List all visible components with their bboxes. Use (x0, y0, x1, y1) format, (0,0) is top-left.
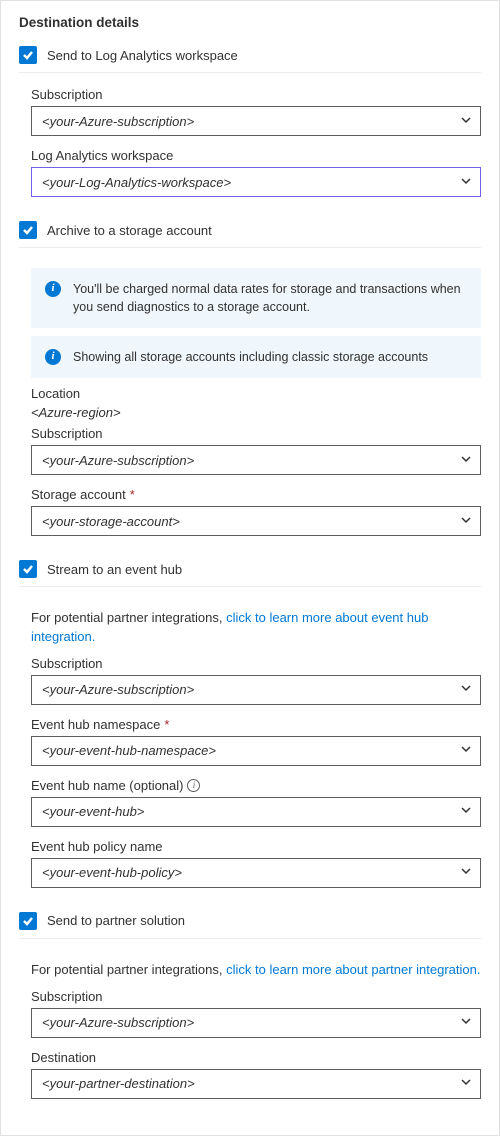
log-analytics-label: Send to Log Analytics workspace (47, 48, 238, 63)
eh-subscription-select[interactable]: <your-Azure-subscription> (31, 675, 481, 705)
partner-learn-more-link[interactable]: click to learn more about partner integr… (226, 962, 480, 977)
eventhub-label: Stream to an event hub (47, 562, 182, 577)
chevron-down-icon (460, 453, 472, 468)
eh-policy-label: Event hub policy name (31, 839, 481, 854)
eventhub-group: For potential partner integrations, clic… (19, 591, 481, 905)
eventhub-checkbox-row[interactable]: Stream to an event hub (19, 554, 481, 587)
eh-namespace-label: Event hub namespace* (31, 717, 481, 732)
eh-subscription-value: <your-Azure-subscription> (42, 682, 194, 697)
storage-info-classic: i Showing all storage accounts including… (31, 336, 481, 378)
checkbox-checked-icon (19, 560, 37, 578)
storage-label: Archive to a storage account (47, 223, 212, 238)
la-workspace-value: <your-Log-Analytics-workspace> (42, 175, 231, 190)
storage-info-charge-text: You'll be charged normal data rates for … (73, 280, 467, 316)
checkbox-checked-icon (19, 46, 37, 64)
chevron-down-icon (460, 175, 472, 190)
required-asterisk: * (164, 717, 169, 732)
storage-subscription-label: Subscription (31, 426, 481, 441)
chevron-down-icon (460, 743, 472, 758)
partner-checkbox-row[interactable]: Send to partner solution (19, 906, 481, 939)
chevron-down-icon (460, 865, 472, 880)
chevron-down-icon (460, 514, 472, 529)
chevron-down-icon (460, 1015, 472, 1030)
storage-subscription-value: <your-Azure-subscription> (42, 453, 194, 468)
storage-info-classic-text: Showing all storage accounts including c… (73, 348, 428, 366)
partner-subscription-value: <your-Azure-subscription> (42, 1015, 194, 1030)
eh-policy-select[interactable]: <your-event-hub-policy> (31, 858, 481, 888)
partner-destination-label: Destination (31, 1050, 481, 1065)
info-tooltip-icon[interactable]: i (187, 779, 200, 792)
storage-info-charge: i You'll be charged normal data rates fo… (31, 268, 481, 328)
storage-location-value: <Azure-region> (31, 405, 481, 420)
partner-helper: For potential partner integrations, clic… (31, 961, 481, 979)
partner-group: For potential partner integrations, clic… (19, 943, 481, 1117)
storage-account-label: Storage account* (31, 487, 481, 502)
log-analytics-checkbox-row[interactable]: Send to Log Analytics workspace (19, 40, 481, 73)
eh-name-label: Event hub name (optional) i (31, 778, 481, 793)
storage-account-select[interactable]: <your-storage-account> (31, 506, 481, 536)
chevron-down-icon (460, 804, 472, 819)
eh-namespace-value: <your-event-hub-namespace> (42, 743, 216, 758)
storage-checkbox-row[interactable]: Archive to a storage account (19, 215, 481, 248)
storage-group: i You'll be charged normal data rates fo… (19, 252, 481, 554)
section-title: Destination details (19, 15, 481, 30)
eh-name-select[interactable]: <your-event-hub> (31, 797, 481, 827)
info-icon: i (45, 349, 61, 365)
info-icon: i (45, 281, 61, 297)
la-workspace-select[interactable]: <your-Log-Analytics-workspace> (31, 167, 481, 197)
eh-namespace-select[interactable]: <your-event-hub-namespace> (31, 736, 481, 766)
la-subscription-label: Subscription (31, 87, 481, 102)
la-workspace-label: Log Analytics workspace (31, 148, 481, 163)
chevron-down-icon (460, 114, 472, 129)
checkbox-checked-icon (19, 912, 37, 930)
checkbox-checked-icon (19, 221, 37, 239)
storage-subscription-select[interactable]: <your-Azure-subscription> (31, 445, 481, 475)
eh-subscription-label: Subscription (31, 656, 481, 671)
eventhub-helper: For potential partner integrations, clic… (31, 609, 481, 645)
log-analytics-group: Subscription <your-Azure-subscription> L… (19, 77, 481, 215)
eh-policy-value: <your-event-hub-policy> (42, 865, 182, 880)
partner-destination-select[interactable]: <your-partner-destination> (31, 1069, 481, 1099)
partner-subscription-select[interactable]: <your-Azure-subscription> (31, 1008, 481, 1038)
partner-destination-value: <your-partner-destination> (42, 1076, 195, 1091)
partner-label: Send to partner solution (47, 913, 185, 928)
la-subscription-select[interactable]: <your-Azure-subscription> (31, 106, 481, 136)
storage-location-label: Location (31, 386, 481, 401)
required-asterisk: * (130, 487, 135, 502)
eh-name-value: <your-event-hub> (42, 804, 144, 819)
chevron-down-icon (460, 1076, 472, 1091)
la-subscription-value: <your-Azure-subscription> (42, 114, 194, 129)
partner-subscription-label: Subscription (31, 989, 481, 1004)
storage-account-value: <your-storage-account> (42, 514, 180, 529)
chevron-down-icon (460, 682, 472, 697)
